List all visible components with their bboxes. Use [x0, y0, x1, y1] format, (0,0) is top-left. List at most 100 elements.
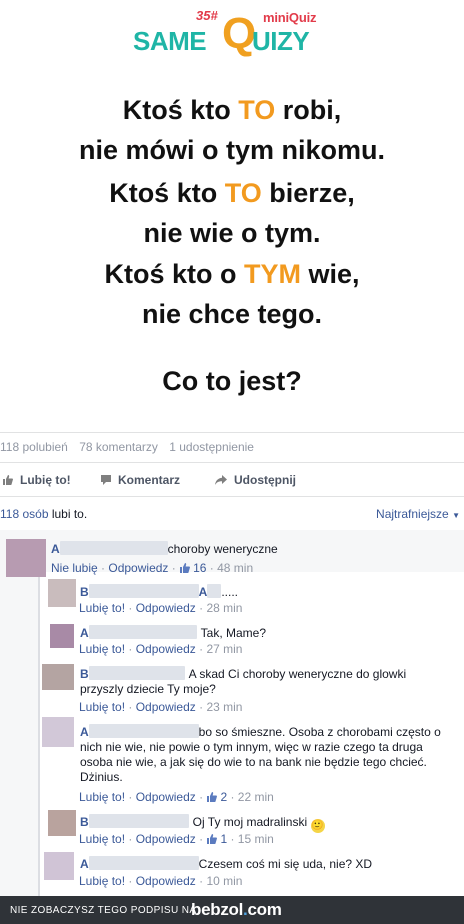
commenter-name[interactable]: B [80, 667, 89, 681]
comment-text: Czesem coś mi się uda, nie? XD [198, 857, 373, 871]
logo-uizy: UIZY [252, 26, 310, 56]
comment-icon [101, 475, 111, 485]
shares-count[interactable]: 1 udostępnienie [169, 440, 254, 454]
caret-down-icon: ▼ [452, 511, 460, 520]
reply-link[interactable]: Odpowiedz [136, 832, 196, 846]
timestamp[interactable]: 28 min [206, 601, 242, 615]
likers-link[interactable]: 118 osób [0, 507, 49, 521]
avatar[interactable] [6, 539, 46, 577]
comment-5: Abo so śmieszne. Osoba z chorobami częst… [80, 724, 441, 785]
riddle-question: Co to jest? [162, 366, 302, 396]
comment-1-meta: Nie lubię · Odpowiedz · 16 · 48 min [51, 561, 254, 575]
comment-text: Tak, Mame? [200, 626, 267, 640]
share-button-label: Udostępnij [234, 473, 296, 487]
like-link[interactable]: Lubię to! [79, 832, 125, 846]
comment-2-meta: Lubię to! · Odpowiedz · 28 min [79, 601, 243, 615]
like-link[interactable]: Lubię to! [79, 642, 125, 656]
like-link[interactable]: Lubię to! [79, 874, 125, 888]
comment-3-meta: Lubię to! · Odpowiedz · 27 min [79, 642, 243, 656]
like-button[interactable]: Lubię to! [2, 473, 71, 487]
like-link[interactable]: Lubię to! [79, 790, 125, 804]
likes-text: lubi to. [48, 507, 88, 521]
comment-3: A Tak, Mame? [80, 625, 266, 641]
post-actions: Lubię to! Komentarz Udostępnij [0, 470, 464, 492]
name-redaction [88, 625, 197, 639]
like-count[interactable]: 2 [220, 790, 227, 804]
quiz-image: 35# miniQuiz SAME Q UIZY Ktoś kto TO rob… [0, 0, 464, 432]
like-button-label: Lubię to! [20, 473, 71, 487]
name-redaction [88, 584, 199, 598]
logo-mini: miniQuiz [263, 10, 317, 25]
reply-link[interactable]: Odpowiedz [136, 642, 196, 656]
sort-dropdown[interactable]: Najtrafniejsze ▼ [376, 507, 460, 521]
smile-emoji-icon: 🙂 [310, 819, 325, 833]
like-count[interactable]: 16 [193, 561, 206, 575]
commenter-name[interactable]: A [80, 857, 89, 871]
commenter-name[interactable]: A [80, 626, 89, 640]
like-link[interactable]: Lubię to! [79, 700, 125, 714]
commenter-name[interactable]: A [51, 542, 60, 556]
commenter-name[interactable]: A [80, 725, 89, 739]
comment-text-line-4: Dżinius. [80, 770, 123, 784]
timestamp[interactable]: 48 min [217, 561, 253, 575]
timestamp[interactable]: 10 min [206, 874, 242, 888]
comment-text-line-2: przyszly dziecie Ty moje? [80, 682, 216, 696]
comment-text: ..... [221, 585, 239, 599]
timestamp[interactable]: 27 min [206, 642, 242, 656]
reply-link[interactable]: Odpowiedz [136, 790, 196, 804]
share-icon [215, 475, 227, 485]
avatar[interactable] [42, 717, 74, 747]
reply-link[interactable]: Odpowiedz [136, 700, 196, 714]
riddle-stanza-3: Ktoś kto o TYM wie, nie chce tego. [0, 254, 464, 334]
sort-label: Najtrafniejsze [376, 507, 449, 521]
comment-7: A Czesem coś mi się uda, nie? XD [80, 856, 372, 872]
like-count[interactable]: 1 [220, 832, 227, 846]
comment-7-meta: Lubię to! · Odpowiedz · 10 min [79, 874, 243, 888]
commenter-name[interactable]: B [80, 815, 89, 829]
riddle-line-1: Ktoś kto TO robi, [122, 95, 342, 125]
like-count-icon [207, 834, 218, 844]
name-redaction [207, 584, 222, 598]
riddle-line-6: nie chce tego. [141, 299, 323, 329]
reply-link[interactable]: Odpowiedz [136, 874, 196, 888]
avatar[interactable] [50, 624, 74, 648]
name-redaction [88, 724, 199, 738]
timestamp[interactable]: 22 min [238, 790, 274, 804]
avatar[interactable] [44, 852, 74, 880]
unlike-link[interactable]: Nie lubię [51, 561, 98, 575]
like-link[interactable]: Lubię to! [79, 601, 125, 615]
timestamp[interactable]: 15 min [238, 832, 274, 846]
likes-count[interactable]: 118 polubień [0, 440, 68, 454]
commenter-name[interactable]: B [80, 585, 89, 599]
thumbs-up-icon [3, 475, 13, 485]
comment-4-meta: Lubię to! · Odpowiedz · 23 min [79, 700, 243, 714]
samequizy-logo: 35# miniQuiz SAME Q UIZY [0, 6, 464, 56]
name-redaction [88, 856, 199, 870]
footer-text: NIE ZOBACZYSZ TEGO PODPISU NA [10, 905, 197, 916]
reply-link[interactable]: Odpowiedz [108, 561, 168, 575]
name-redaction [88, 814, 189, 828]
reply-link[interactable]: Odpowiedz [136, 601, 196, 615]
riddle-line-2: nie mówi o tym nikomu. [78, 135, 386, 165]
comments-count[interactable]: 78 komentarzy [79, 440, 158, 454]
riddle-line-5: Ktoś kto o TYM wie, [104, 259, 360, 289]
riddle-line-3: Ktoś kto TO bierze, [109, 178, 355, 208]
riddle-stanza-1: Ktoś kto TO robi, nie mówi o tym nikomu. [0, 90, 464, 170]
avatar[interactable] [42, 664, 74, 690]
divider [0, 432, 464, 433]
share-button[interactable]: Udostępnij [214, 473, 296, 487]
comment-6-meta: Lubię to! · Odpowiedz · 1 · 15 min [79, 832, 274, 846]
comment-2: B A..... [80, 584, 238, 600]
logo-same: SAME [133, 26, 207, 56]
timestamp[interactable]: 23 min [206, 700, 242, 714]
comment-button[interactable]: Komentarz [100, 473, 180, 487]
comment-text-line-1: A skad Ci choroby weneryczne do glowki [188, 667, 407, 681]
reply-thread-line [38, 568, 40, 898]
avatar[interactable] [48, 579, 76, 607]
riddle-line-4: nie wie o tym. [143, 218, 321, 248]
post-stats: 118 polubień 78 komentarzy 1 udostępnien… [0, 440, 262, 454]
mentioned-name[interactable]: A [199, 585, 208, 599]
comment-button-label: Komentarz [118, 473, 181, 487]
avatar[interactable] [48, 810, 76, 836]
name-redaction [59, 541, 168, 555]
